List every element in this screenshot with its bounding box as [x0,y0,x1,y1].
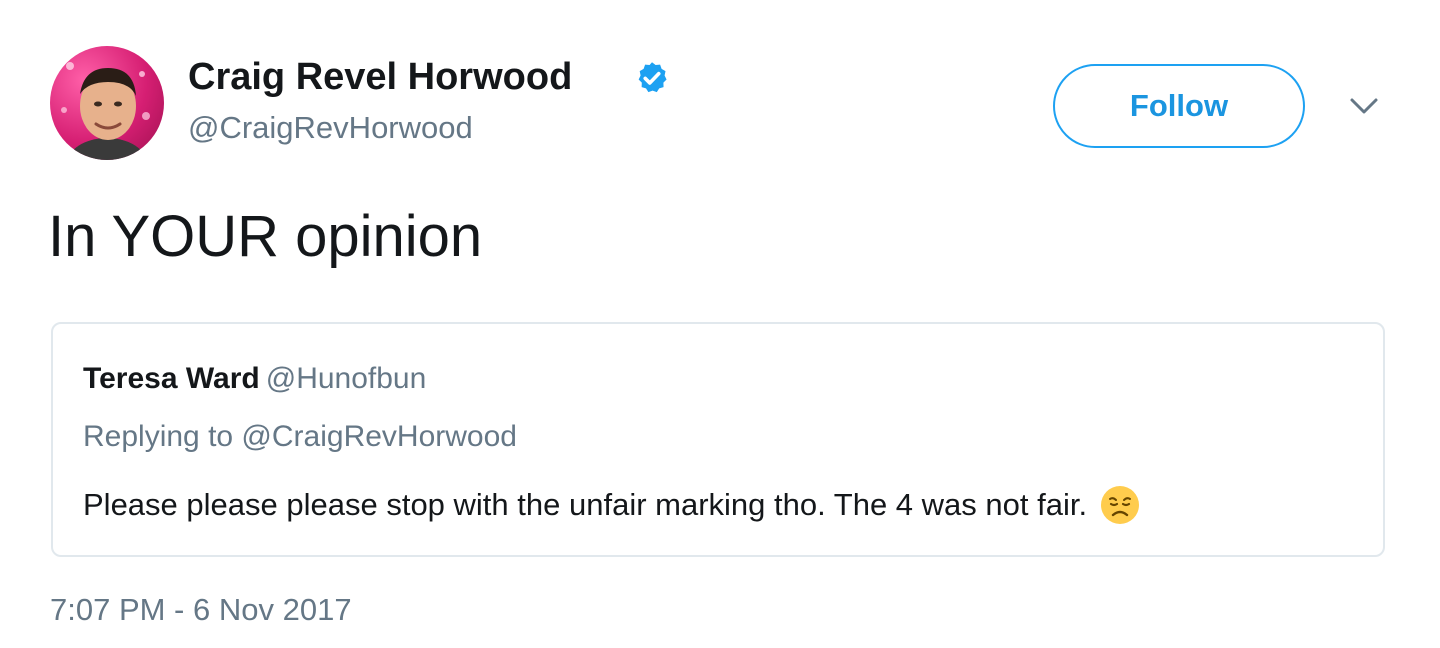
quoted-author-name: Teresa Ward [83,362,260,395]
disappointed-face-icon [1101,486,1140,524]
quoted-tweet-text: Please please please stop with the unfai… [83,487,1088,522]
author-handle[interactable]: @CraigRevHorwood [188,108,473,148]
replying-to-label: Replying to @CraigRevHorwood [83,420,517,453]
tweet: Craig Revel Horwood @CraigRevHorwood Fol… [0,0,1440,648]
tweet-timestamp[interactable]: 7:07 PM - 6 Nov 2017 [50,590,352,630]
avatar-photo [61,62,150,160]
quoted-tweet-card[interactable]: Teresa Ward @Hunofbun Replying to @CraigR… [51,322,1385,557]
verified-badge-icon [638,62,667,93]
quoted-author-handle: @Hunofbun [265,362,427,395]
follow-button[interactable]: Follow [1053,64,1305,148]
avatar[interactable] [50,46,164,160]
chevron-down-icon[interactable] [1346,94,1382,118]
quoted-tweet-body: Please please please stop with the unfai… [83,484,1141,526]
tweet-text: In YOUR opinion [48,204,483,269]
quoted-tweet-header: Teresa Ward @Hunofbun [83,360,426,398]
author-display-name[interactable]: Craig Revel Horwood [188,54,572,100]
